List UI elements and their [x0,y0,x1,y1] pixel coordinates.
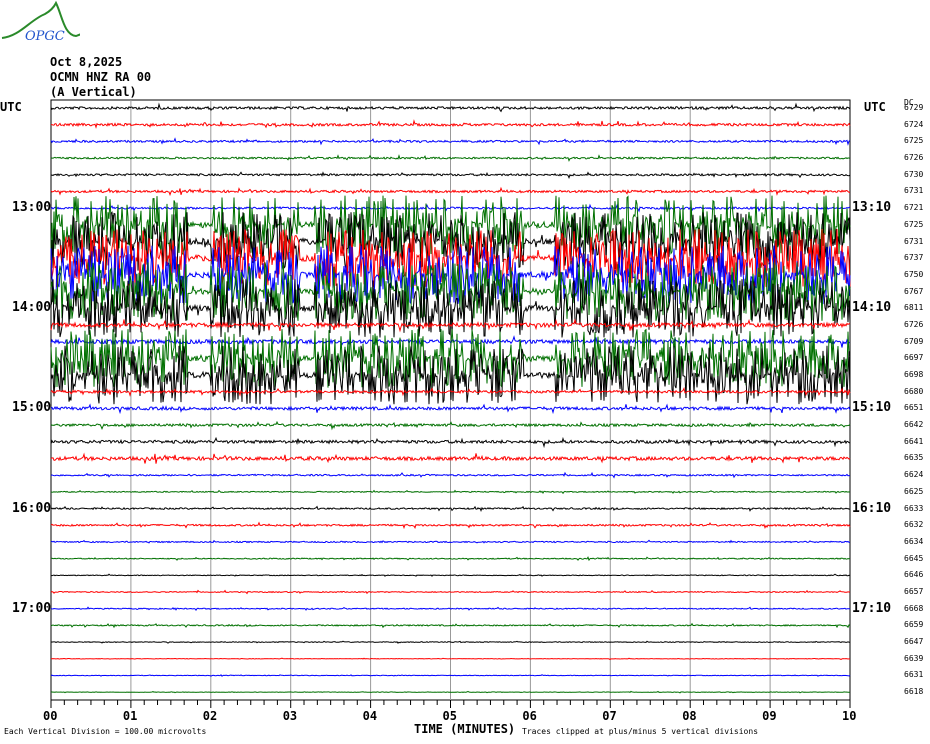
dc-value: 6634 [904,536,924,546]
dc-value: 6646 [904,570,924,580]
left-hour-label: 14:00 [12,300,52,316]
x-tick-label: 00 [43,709,58,723]
x-tick-label: 09 [762,709,777,723]
dc-value: 6726 [904,153,924,163]
dc-value: 6730 [904,169,924,179]
seismogram-plot [50,99,851,708]
dc-value: 6811 [904,303,924,313]
dc-value: 6721 [904,203,924,213]
dc-value: 6647 [904,637,924,647]
right-hour-label: 14:10 [852,300,892,316]
dc-value: 6698 [904,370,924,380]
left-hour-label: 13:00 [12,200,52,216]
dc-value: 6657 [904,587,924,596]
dc-value: 6645 [904,553,924,563]
dc-value: 6624 [904,470,924,480]
trace-row [51,657,850,661]
x-tick-label: 05 [442,709,457,723]
dc-value: 6767 [904,286,924,296]
x-tick-label: 08 [682,709,697,723]
x-tick-label: 10 [842,709,857,723]
dc-value: 6618 [904,687,924,697]
scale-note: Each Vertical Division = 100.00 microvol… [4,727,207,736]
right-hour-label: 15:10 [852,400,892,416]
dc-value: 6724 [904,119,924,129]
dc-value: 6737 [904,253,924,263]
dc-value: 6731 [904,186,924,196]
dc-value: 6641 [904,436,924,446]
dc-value: 6729 [904,103,924,112]
dc-value: 6750 [904,269,924,279]
dc-value: 6725 [904,219,924,229]
dc-value: 6631 [904,670,924,680]
dc-value: 6633 [904,503,924,513]
left-hour-label: 17:00 [12,600,52,616]
x-tick-label: 03 [282,709,298,723]
left-hour-label: 16:00 [12,500,52,516]
dc-value: 6668 [904,603,924,613]
right-hour-label: 17:10 [852,600,892,616]
dc-value: 6639 [904,653,924,663]
x-tick-label: 07 [602,709,617,723]
dc-value: 6697 [904,353,924,363]
dc-value: 6709 [904,336,924,346]
left-hour-label: 15:00 [12,400,52,416]
right-hour-label: 13:10 [852,200,892,216]
x-tick-label: 01 [122,709,138,723]
x-tick-label: 02 [202,709,218,723]
x-tick-label: 06 [522,709,537,723]
dc-value: 6635 [904,453,924,463]
clip-note: Traces clipped at plus/minus 5 vertical … [522,727,759,736]
dc-value: 6726 [904,319,924,329]
dc-value: 6725 [904,136,924,146]
right-hour-label: 16:10 [852,500,892,516]
helicorder: OPGC Oct 8,2025 OCMN HNZ RA 00 (A Vertic… [0,0,930,744]
dc-value: 6632 [904,520,924,530]
dc-value: 6651 [904,403,924,413]
dc-value: 6642 [904,420,924,430]
x-axis-label: TIME (MINUTES) [414,722,516,736]
dc-value: 6731 [904,236,924,246]
dc-value: 6625 [904,486,924,496]
dc-value: 6680 [904,386,924,396]
dc-value: 6659 [904,620,924,630]
x-tick-label: 04 [362,709,378,723]
